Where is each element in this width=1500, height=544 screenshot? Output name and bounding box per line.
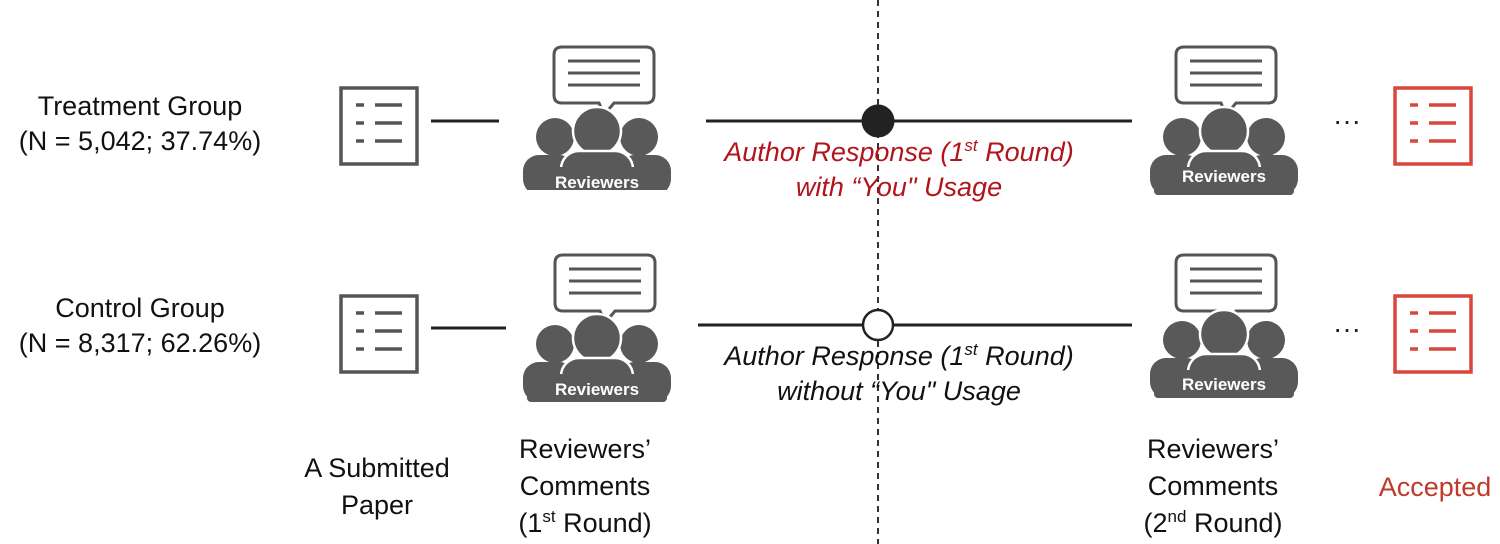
first-round-line1: Reviewers’: [518, 434, 652, 464]
first-round-line2: Comments: [519, 471, 651, 501]
treatment-response-line2: with “You" Usage: [795, 172, 1003, 202]
treatment-response-line1: Author Response (1st Round): [724, 136, 1074, 167]
treatment-response-label: Author Response (1st Round) with “You" U…: [676, 135, 1122, 205]
control-reviewers-1-comment-icon: [553, 253, 657, 325]
submitted-paper-caption: A Submitted Paper: [277, 450, 477, 524]
treatment-reviewers-1-comment-icon: [552, 45, 656, 117]
treatment-marker-filled: [861, 104, 895, 138]
submitted-line1: A Submitted: [304, 453, 450, 483]
control-accepted-doc-icon: [1393, 294, 1473, 374]
second-round-line3: (2nd Round): [1143, 507, 1283, 538]
treatment-group-stats: (N = 5,042; 37.74%): [18, 126, 262, 156]
control-response-label: Author Response (1st Round) without “You…: [676, 339, 1122, 409]
reviewer-badge-label: Reviewers: [1182, 167, 1266, 186]
treatment-group-label: Treatment Group (N = 5,042; 37.74%): [0, 89, 280, 159]
control-ellipsis: ···: [1333, 313, 1361, 344]
treatment-group-name: Treatment Group: [37, 91, 243, 121]
control-response-line1: Author Response (1st Round): [724, 340, 1074, 371]
second-round-line1: Reviewers’: [1146, 434, 1280, 464]
reviewer-badge-label: Reviewers: [555, 380, 639, 399]
treatment-accepted-doc-icon: [1393, 86, 1473, 166]
second-round-caption: Reviewers’ Comments (2nd Round): [1113, 431, 1313, 542]
accepted-caption: Accepted: [1378, 472, 1492, 502]
reviewer-badge-label: Reviewers: [1182, 375, 1266, 394]
reviewer-badge-label: Reviewers: [555, 173, 639, 192]
control-marker-hollow: [861, 308, 895, 342]
control-group-name: Control Group: [55, 293, 225, 323]
second-round-line2: Comments: [1147, 471, 1279, 501]
submitted-line2: Paper: [340, 490, 414, 520]
control-submitted-doc-icon: [339, 294, 419, 374]
control-response-line2: without “You" Usage: [777, 376, 1021, 406]
treatment-submitted-doc-icon: [339, 86, 419, 166]
first-round-caption: Reviewers’ Comments (1st Round): [485, 431, 685, 542]
treatment-reviewers-2-comment-icon: [1174, 45, 1278, 117]
treatment-ellipsis: ···: [1333, 105, 1361, 136]
control-group-stats: (N = 8,317; 62.26%): [18, 328, 262, 358]
control-group-label: Control Group (N = 8,317; 62.26%): [0, 291, 280, 361]
first-round-line3: (1st Round): [518, 507, 652, 538]
